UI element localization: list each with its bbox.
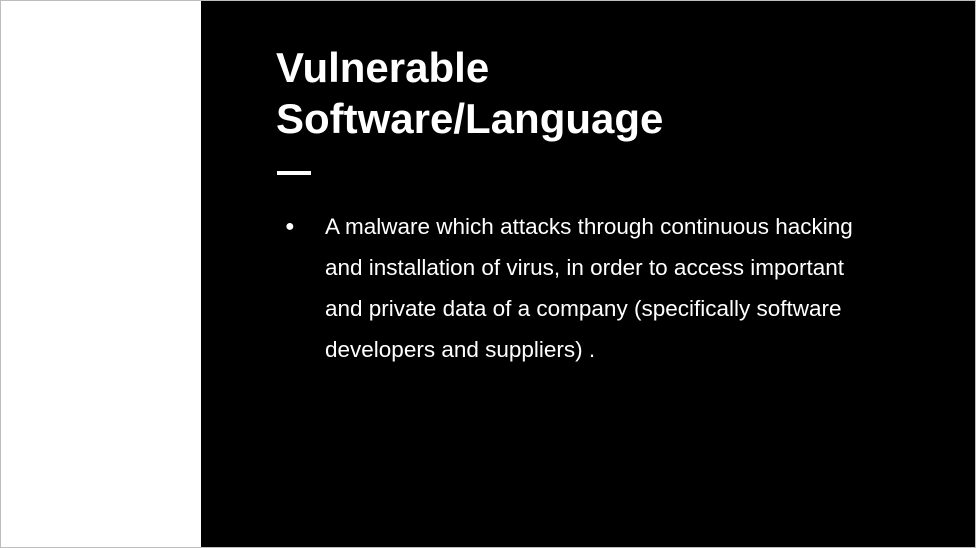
bullet-item: ● A malware which attacks through contin… (285, 206, 885, 370)
slide-title-line-2: Software/Language (276, 95, 664, 142)
bullet-list: ● A malware which attacks through contin… (285, 206, 885, 370)
slide: Vulnerable Software/Language ● A malware… (0, 0, 976, 548)
slide-title: Vulnerable Software/Language (276, 42, 663, 144)
slide-title-line-1: Vulnerable (276, 44, 490, 91)
title-accent-bar (277, 171, 311, 175)
bullet-dot-icon: ● (285, 218, 295, 235)
bullet-text: A malware which attacks through continuo… (325, 214, 853, 362)
